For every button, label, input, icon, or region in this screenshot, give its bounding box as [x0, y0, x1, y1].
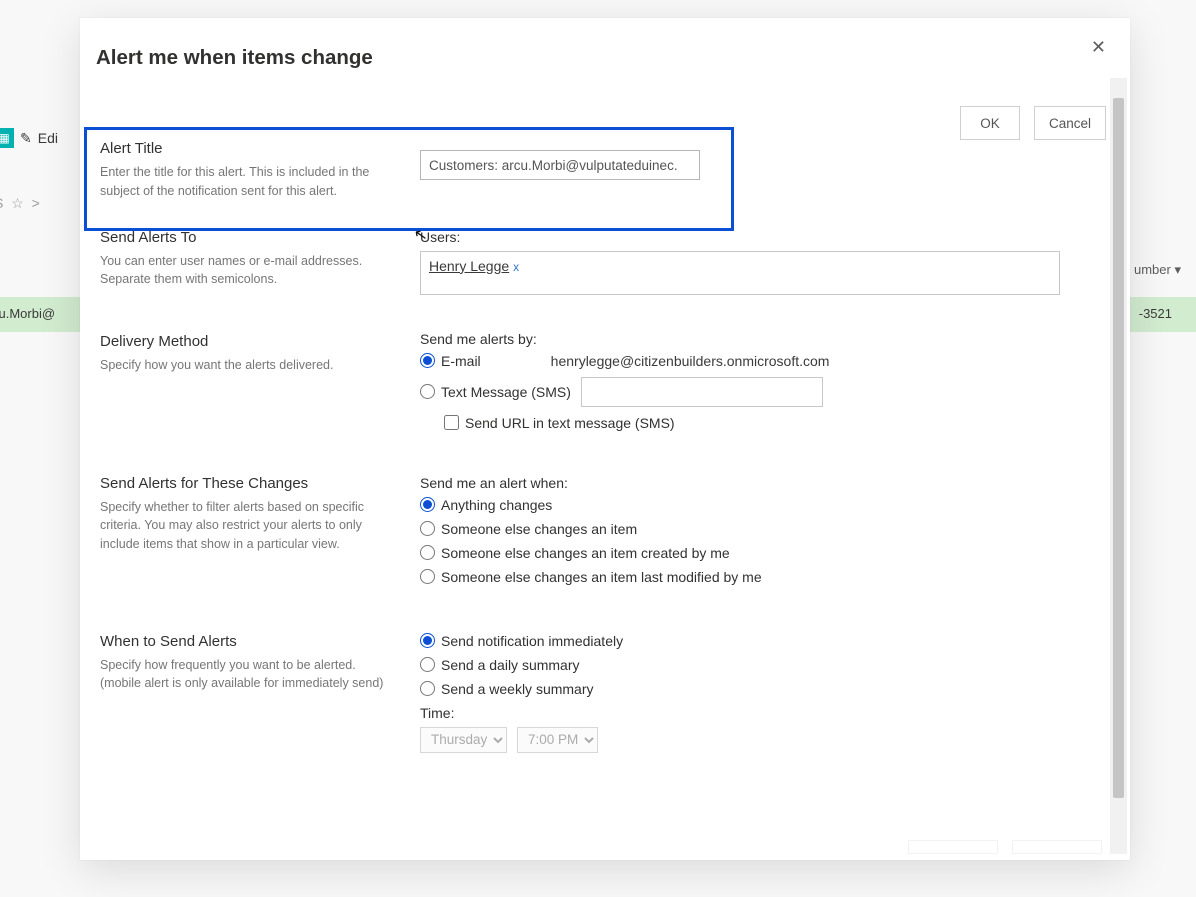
delivery-email-radio[interactable]: [420, 353, 435, 368]
alert-title-desc: Enter the title for this alert. This is …: [100, 163, 396, 201]
users-label: Users:: [420, 229, 1060, 245]
when-immediate-radio[interactable]: [420, 633, 435, 648]
dialog-bottom-buttons-hint: . .: [908, 840, 1102, 854]
dialog-top-buttons: OK Cancel: [960, 106, 1106, 140]
change-any-radio[interactable]: [420, 497, 435, 512]
when-hour-select[interactable]: 7:00 PM: [517, 727, 598, 753]
grid-icon: ▦: [0, 128, 14, 148]
change-type-desc: Specify whether to filter alerts based o…: [100, 498, 396, 554]
scrollbar-thumb[interactable]: [1113, 98, 1124, 798]
change-other-created-radio[interactable]: [420, 545, 435, 560]
delivery-sms-url-label: Send URL in text message (SMS): [465, 415, 675, 431]
bg-col-number: umber ▾: [1134, 262, 1181, 278]
change-other-modified-radio[interactable]: [420, 569, 435, 584]
edit-icon: ✎: [20, 130, 32, 147]
delivery-email-label: E-mail: [441, 353, 481, 369]
bg-command-bar: ▦ ✎ Edi: [0, 126, 58, 150]
alert-dialog: ✕ Alert me when items change OK Cancel A…: [80, 18, 1130, 860]
close-icon[interactable]: ✕: [1091, 38, 1106, 56]
when-heading: When to Send Alerts: [100, 633, 396, 650]
delivery-heading: Delivery Method: [100, 333, 396, 350]
delivery-sms-input[interactable]: [581, 377, 823, 407]
change-type-label: Send me an alert when:: [420, 475, 1060, 491]
change-other-created-label: Someone else changes an item created by …: [441, 545, 730, 561]
when-weekly-label: Send a weekly summary: [441, 681, 594, 697]
when-weekly-radio[interactable]: [420, 681, 435, 696]
delivery-email-address: henrylegge@citizenbuilders.onmicrosoft.c…: [551, 353, 830, 369]
user-remove-icon[interactable]: x: [513, 260, 519, 274]
delivery-sms-url-checkbox[interactable]: [444, 415, 459, 430]
alert-title-input[interactable]: [420, 150, 700, 180]
when-day-select[interactable]: Thursday: [420, 727, 507, 753]
delivery-sms-label: Text Message (SMS): [441, 384, 571, 400]
send-to-desc: You can enter user names or e-mail addre…: [100, 252, 396, 290]
bg-star-hint: S ☆ >: [0, 195, 42, 212]
user-chip[interactable]: Henry Legge: [429, 258, 509, 274]
ok-button[interactable]: OK: [960, 106, 1020, 140]
when-immediate-label: Send notification immediately: [441, 633, 623, 649]
change-any-label: Anything changes: [441, 497, 552, 513]
change-type-heading: Send Alerts for These Changes: [100, 475, 396, 492]
change-other-modified-label: Someone else changes an item last modifi…: [441, 569, 762, 585]
scrollbar-track[interactable]: [1110, 78, 1127, 854]
bg-edit-label: Edi: [38, 130, 58, 146]
delivery-sms-radio[interactable]: [420, 384, 435, 399]
users-input[interactable]: Henry Legge x: [420, 251, 1060, 295]
when-desc: Specify how frequently you want to be al…: [100, 656, 396, 694]
dialog-title: Alert me when items change: [96, 46, 373, 70]
when-daily-radio[interactable]: [420, 657, 435, 672]
alert-title-heading: Alert Title: [100, 140, 396, 157]
bg-title-cell: cu.Morbi@: [0, 306, 55, 324]
cancel-button[interactable]: Cancel: [1034, 106, 1106, 140]
time-label: Time:: [420, 705, 1060, 721]
change-other-label: Someone else changes an item: [441, 521, 637, 537]
change-other-radio[interactable]: [420, 521, 435, 536]
bg-number-cell: -3521: [1139, 306, 1172, 321]
when-daily-label: Send a daily summary: [441, 657, 580, 673]
send-to-heading: Send Alerts To: [100, 229, 396, 246]
delivery-label: Send me alerts by:: [420, 331, 1060, 347]
delivery-desc: Specify how you want the alerts delivere…: [100, 356, 396, 375]
